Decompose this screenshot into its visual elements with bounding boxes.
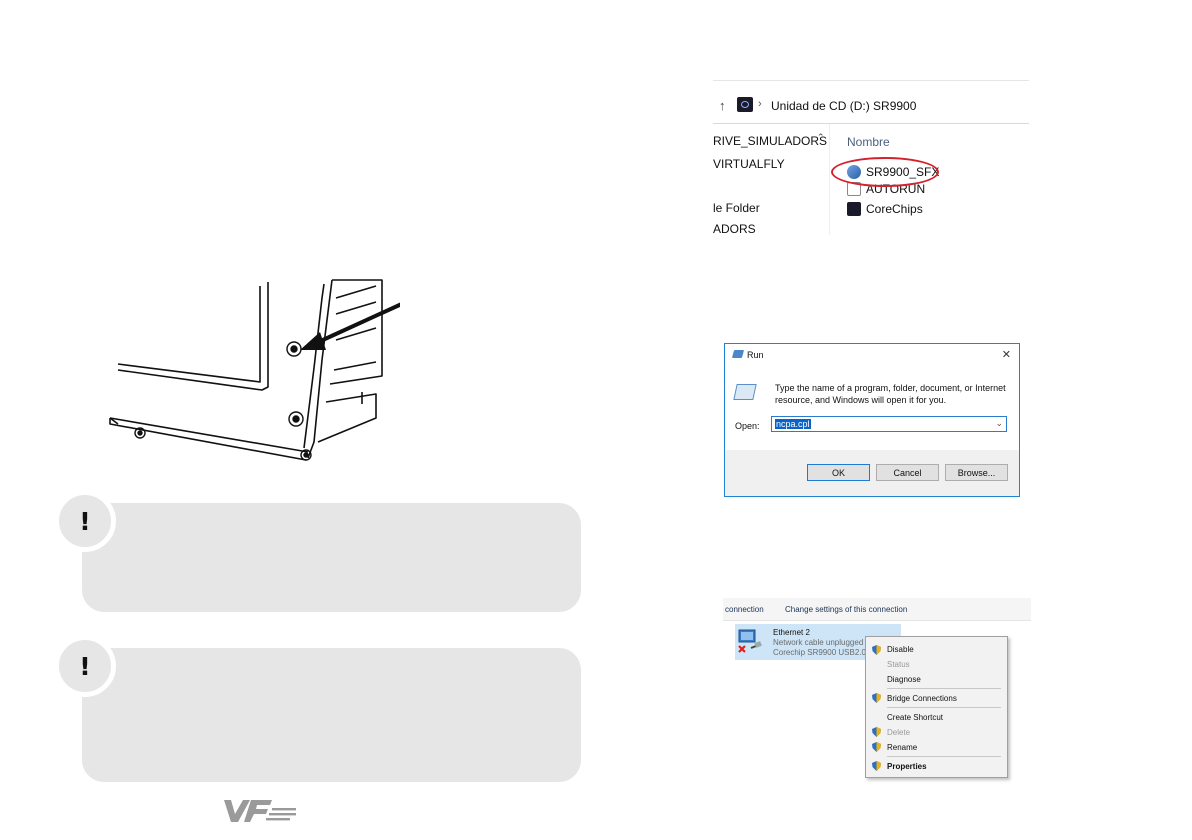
exclamation-icon: ! xyxy=(54,635,116,697)
command-change-settings[interactable]: Change settings of this connection xyxy=(785,605,907,614)
warning-box: ! xyxy=(54,490,581,612)
virtualfly-logo xyxy=(224,800,296,822)
menu-item-create-shortcut[interactable]: Create Shortcut xyxy=(887,713,943,722)
open-field-value: ncpa.cpl xyxy=(775,419,811,429)
cd-drive-icon xyxy=(737,97,753,112)
dialog-footer: OK Cancel Browse... xyxy=(725,450,1019,496)
browse-button[interactable]: Browse... xyxy=(945,464,1008,481)
chevron-right-icon: › xyxy=(758,98,762,110)
command-connection[interactable]: connection xyxy=(725,605,764,614)
shield-icon xyxy=(872,645,881,655)
shield-icon xyxy=(872,761,881,771)
open-label: Open: xyxy=(735,421,760,431)
nav-item[interactable]: le Folder xyxy=(713,201,760,215)
menu-item-delete[interactable]: Delete xyxy=(887,728,910,737)
menu-item-diagnose[interactable]: Diagnose xyxy=(887,675,921,684)
menu-item-rename[interactable]: Rename xyxy=(887,743,917,752)
adapter-device: Corechip SR9900 USB2.0 to xyxy=(773,648,875,657)
adapter-name: Ethernet 2 xyxy=(773,628,810,637)
file-name: CoreChips xyxy=(866,202,923,216)
chevron-down-icon[interactable]: ⌄ xyxy=(995,418,1003,429)
file-explorer-screenshot: ↑ › Unidad de CD (D:) SR9900 RIVE_SIMULA… xyxy=(713,80,1029,235)
open-field[interactable]: ncpa.cpl ⌄ xyxy=(771,416,1007,432)
adapter-status: Network cable unplugged xyxy=(773,638,864,647)
nav-item[interactable]: ADORS xyxy=(713,222,756,235)
corechips-icon xyxy=(847,202,861,216)
menu-item-disable[interactable]: Disable xyxy=(887,645,914,654)
command-bar: connection Change settings of this conne… xyxy=(723,598,1031,621)
warning-box: ! xyxy=(54,635,581,782)
highlight-circle xyxy=(831,157,939,187)
menu-item-bridge-connections[interactable]: Bridge Connections xyxy=(887,694,957,703)
address-bar[interactable]: ↑ › Unidad de CD (D:) SR9900 xyxy=(713,92,1029,124)
shield-icon xyxy=(872,727,881,737)
nav-item[interactable]: VIRTUALFLY xyxy=(713,157,785,171)
menu-item-properties[interactable]: Properties xyxy=(887,762,927,771)
menu-item-status[interactable]: Status xyxy=(887,660,910,669)
run-icon xyxy=(731,350,745,358)
shield-icon xyxy=(872,742,881,752)
dialog-title: Run xyxy=(747,350,764,360)
address-path: Unidad de CD (D:) SR9900 xyxy=(771,99,917,113)
chevron-up-icon[interactable]: ⌃ xyxy=(817,132,825,143)
context-menu: Disable Status Diagnose Bridge Connectio… xyxy=(865,636,1008,778)
dialog-description: Type the name of a program, folder, docu… xyxy=(775,383,1006,405)
up-arrow-icon[interactable]: ↑ xyxy=(719,98,726,113)
shield-icon xyxy=(872,693,881,703)
close-icon[interactable]: ✕ xyxy=(1002,348,1011,361)
nav-item[interactable]: RIVE_SIMULADORS xyxy=(713,134,827,148)
device-illustration xyxy=(109,279,400,461)
exclamation-icon: ! xyxy=(54,490,116,552)
run-program-icon xyxy=(733,384,757,400)
cancel-button[interactable]: Cancel xyxy=(876,464,939,481)
file-item[interactable]: CoreChips xyxy=(847,201,923,217)
title-bar: Run ✕ xyxy=(725,344,1019,366)
network-adapter-icon xyxy=(738,629,762,653)
ok-button[interactable]: OK xyxy=(807,464,870,481)
run-dialog: Run ✕ Type the name of a program, folder… xyxy=(724,343,1020,497)
column-header-name[interactable]: Nombre xyxy=(847,135,890,149)
